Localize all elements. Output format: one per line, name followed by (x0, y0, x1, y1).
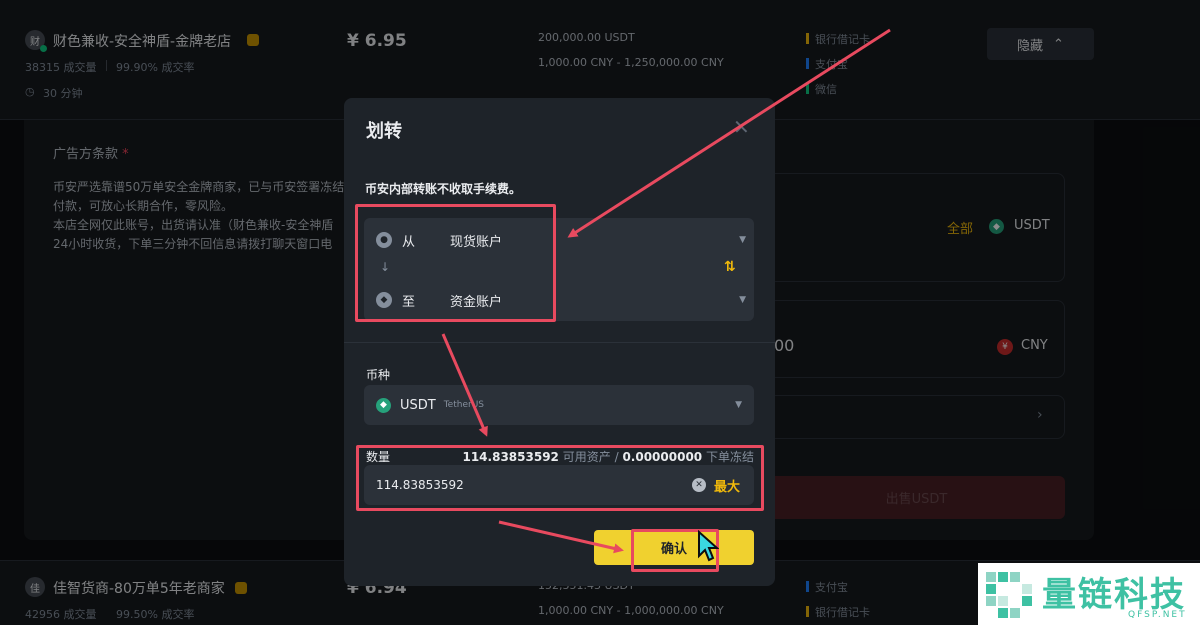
brand-domain: QFSP.NET (1128, 610, 1187, 620)
annotation-arrow-1 (567, 28, 891, 238)
brand-name: 量链科技 (1042, 575, 1186, 615)
watermark: 量链科技 QFSP.NET (978, 563, 1200, 625)
annotation-arrow-2 (441, 333, 488, 437)
mouse-cursor-icon (698, 530, 719, 562)
annotation-arrows (441, 28, 891, 554)
annotation-arrow-3 (498, 520, 624, 554)
brand-logo-icon (986, 572, 1032, 618)
